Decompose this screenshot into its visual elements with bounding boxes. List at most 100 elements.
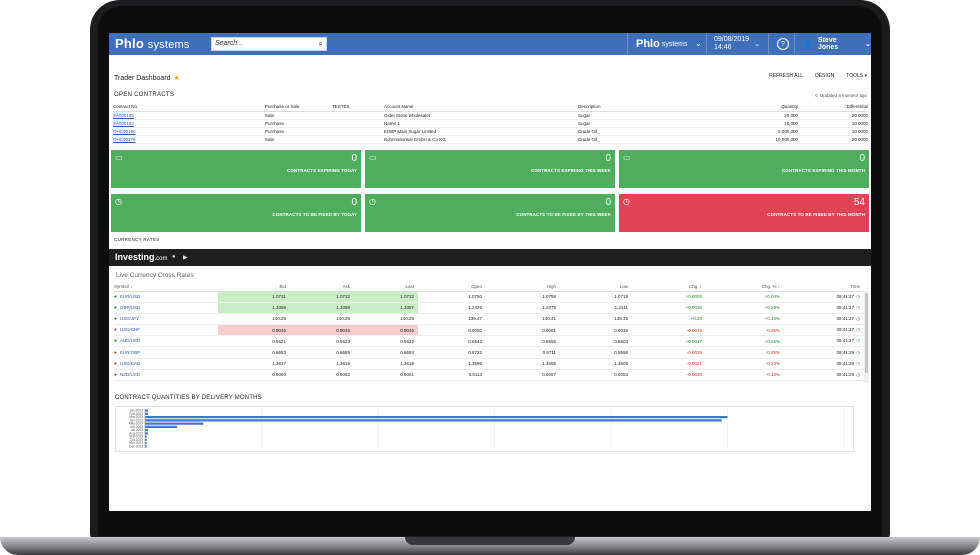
rate-open: 0.6543 (418, 335, 486, 348)
apple-icon[interactable]: ● (172, 254, 176, 260)
column-header[interactable]: High (486, 282, 560, 292)
column-header[interactable]: Quantity (708, 103, 798, 112)
delivery-bar[interactable] (145, 419, 722, 422)
table-cell (332, 135, 384, 144)
delivery-bar[interactable] (145, 425, 178, 429)
rate-low: 1.2311 (560, 302, 632, 314)
table-cell: Bohnnationsal GmbH & Co KG (384, 135, 578, 144)
company-switcher[interactable]: Phlo systems ⌄ (636, 33, 701, 55)
delivery-bar[interactable] (145, 432, 148, 435)
tile-value: 0 (351, 153, 357, 164)
column-header[interactable]: Contract No. (113, 103, 265, 112)
rate-low: 139.35 (560, 313, 632, 326)
search-input[interactable]: Search... ⌕ (211, 37, 327, 51)
currency-symbol[interactable]: ● USD/CHF (114, 324, 218, 337)
tile-fixed-today[interactable]: ◷ 0 CONTRACTS TO BE FIXED BY TODAY (111, 194, 361, 232)
tools-menu-button[interactable]: TOOLS ▾ (846, 73, 867, 79)
rate-chg: -0.0020 (632, 369, 706, 382)
column-header[interactable]: Chg. % ↕ (706, 282, 784, 292)
scrollbar-thumb[interactable] (865, 293, 868, 373)
tile-fixed-month[interactable]: ◷ 54 CONTRACTS TO BE FIXED BY THIS MONTH (619, 194, 869, 232)
contract-link[interactable]: SAT00194 (113, 121, 134, 126)
currency-symbol[interactable]: ● EUR/GBP (114, 346, 218, 359)
delivery-bar[interactable] (145, 428, 148, 432)
clock-icon: ◷ (623, 197, 630, 206)
column-header[interactable]: Last (354, 282, 418, 292)
delivery-bar[interactable] (145, 409, 148, 412)
clock-icon: ◷ (369, 197, 376, 206)
time-text: 09:41:28 (836, 371, 855, 377)
tile-expiring-month[interactable]: ▭ 0 CONTRACTS EXPIRING THIS MONTH (619, 150, 869, 188)
table-row[interactable]: OHC00179 Sale Bohnnationsal GmbH & Co KG… (113, 135, 868, 144)
play-store-icon[interactable]: ▶ (183, 254, 188, 261)
investing-logo[interactable]: Investing.com (115, 252, 168, 262)
column-header[interactable]: Bid (218, 282, 290, 292)
currency-symbol[interactable]: ● AUD/USD (114, 335, 218, 348)
table-row[interactable]: ● NZD/USD 0.6060 0.6062 0.6061 0.6113 0.6097 0.… (114, 369, 864, 382)
column-header[interactable]: Open (418, 282, 486, 292)
table-row[interactable]: SAT00195 Sale Gidel Stone wholesaler Sug… (113, 111, 868, 120)
refresh-all-button[interactable]: REFRESH ALL (769, 73, 803, 79)
contract-link[interactable]: OHC00179 (113, 137, 136, 142)
column-header[interactable]: Ask (290, 282, 354, 292)
table-row[interactable]: ● EUR/GBP 0.8683 0.8685 0.8684 0.8722 0.8711 0.… (114, 346, 864, 359)
column-header[interactable]: Symbol ↕ (114, 282, 218, 292)
currency-symbol[interactable]: ● GBP/USD (114, 302, 218, 314)
tile-expiring-week[interactable]: ▭ 0 CONTRACTS EXPIRING THIS WEEK (365, 150, 615, 188)
date-selector[interactable]: 09/08/2019 14:46 (714, 33, 749, 55)
currency-symbol[interactable]: ● USD/CAD (114, 358, 218, 370)
rates-scrollbar[interactable] (864, 291, 869, 383)
updated-text: Updated a moment ago (819, 93, 867, 98)
rate-chg: -0.0031 (632, 358, 706, 370)
column-header[interactable]: TESTES (332, 103, 384, 112)
laptop-notch (405, 537, 575, 545)
calendar-icon: ▭ (369, 153, 377, 162)
search-icon[interactable]: ⌕ (319, 39, 323, 49)
table-row[interactable]: ● USD/CHF 0.9046 0.9048 0.9046 0.9050 0.9061 0.… (114, 324, 864, 337)
rate-time: 09:41:27 ◷ (784, 324, 864, 337)
page-actions: REFRESH ALL DESIGN TOOLS ▾ (769, 73, 867, 79)
table-row[interactable]: ● USD/JPY 140.25 140.26 140.25 139.47 140.31 13… (114, 313, 864, 326)
contract-link[interactable]: OHC00180 (113, 129, 136, 134)
help-icon[interactable]: ? (777, 38, 789, 50)
trend-dot-icon: ● (114, 349, 118, 356)
currency-symbol[interactable]: ● USD/JPY (114, 313, 218, 326)
refresh-icon[interactable]: ↻ (815, 93, 819, 98)
rates-body: ● EUR/USD 1.0731 1.0732 1.0732 1.0750 1.0758 1.… (114, 291, 864, 382)
table-row[interactable]: ● AUD/USD 0.6521 0.6523 0.6522 0.6543 0.6556 0.… (114, 335, 864, 348)
column-header[interactable]: Account Name (384, 103, 578, 112)
column-header[interactable]: Differential (798, 103, 868, 112)
tile-fixed-week[interactable]: ◷ 0 CONTRACTS TO BE FIXED BY THIS WEEK (365, 194, 615, 232)
brand-logo[interactable]: Phlo systems (115, 36, 190, 51)
user-menu[interactable]: 👤 Steve Jones ⌄ (803, 33, 871, 55)
symbol-text: EUR/USD (120, 293, 141, 299)
column-header[interactable]: Time (784, 282, 864, 292)
table-row[interactable]: ● GBP/USD 1.2356 1.2358 1.2357 1.2325 1.2376 1.… (114, 302, 864, 314)
rate-time: 09:41:27 ◷ (784, 313, 864, 326)
delivery-bar[interactable] (145, 415, 728, 419)
table-row[interactable]: ● USD/CAD 1.3617 1.3619 1.3618 1.3595 1.3655 1.… (114, 358, 864, 370)
table-row[interactable]: SAT00194 Purchase Name 1 Sugar 10.000 10… (113, 119, 868, 128)
chevron-down-icon[interactable]: ⌄ (754, 33, 760, 55)
column-header[interactable]: Chg. ↕ (632, 282, 706, 292)
column-header[interactable]: Purchase or Sale (265, 103, 332, 112)
tile-label: CONTRACTS EXPIRING THIS MONTH (781, 168, 865, 173)
tile-expiring-today[interactable]: ▭ 0 CONTRACTS EXPIRING TODAY (111, 150, 361, 188)
table-row[interactable]: OHC00180 Purchase EDBP Main Sugar Limite… (113, 127, 868, 136)
delivery-bar[interactable] (145, 422, 204, 425)
currency-symbol[interactable]: ● EUR/USD (114, 291, 218, 303)
contract-link[interactable]: SAT00195 (113, 113, 134, 118)
column-header[interactable]: Low (560, 282, 632, 292)
brand-name: Phlo (115, 36, 144, 51)
column-header[interactable]: Description (578, 103, 708, 112)
design-button[interactable]: DESIGN (815, 73, 834, 79)
table-cell (332, 127, 384, 136)
delivery-bar[interactable] (145, 412, 148, 416)
table-row[interactable]: ● EUR/USD 1.0731 1.0732 1.0732 1.0750 1.0758 1.… (114, 291, 864, 303)
currency-symbol[interactable]: ● NZD/USD (114, 369, 218, 382)
updated-status: ↻ Updated a moment ago (815, 93, 867, 99)
table-cell: Purchase (265, 119, 332, 128)
favorite-star-icon[interactable]: ★ (174, 75, 180, 82)
rate-chg: +0.0036 (632, 302, 706, 314)
rate-time: 09:41:28 ◷ (784, 358, 864, 370)
